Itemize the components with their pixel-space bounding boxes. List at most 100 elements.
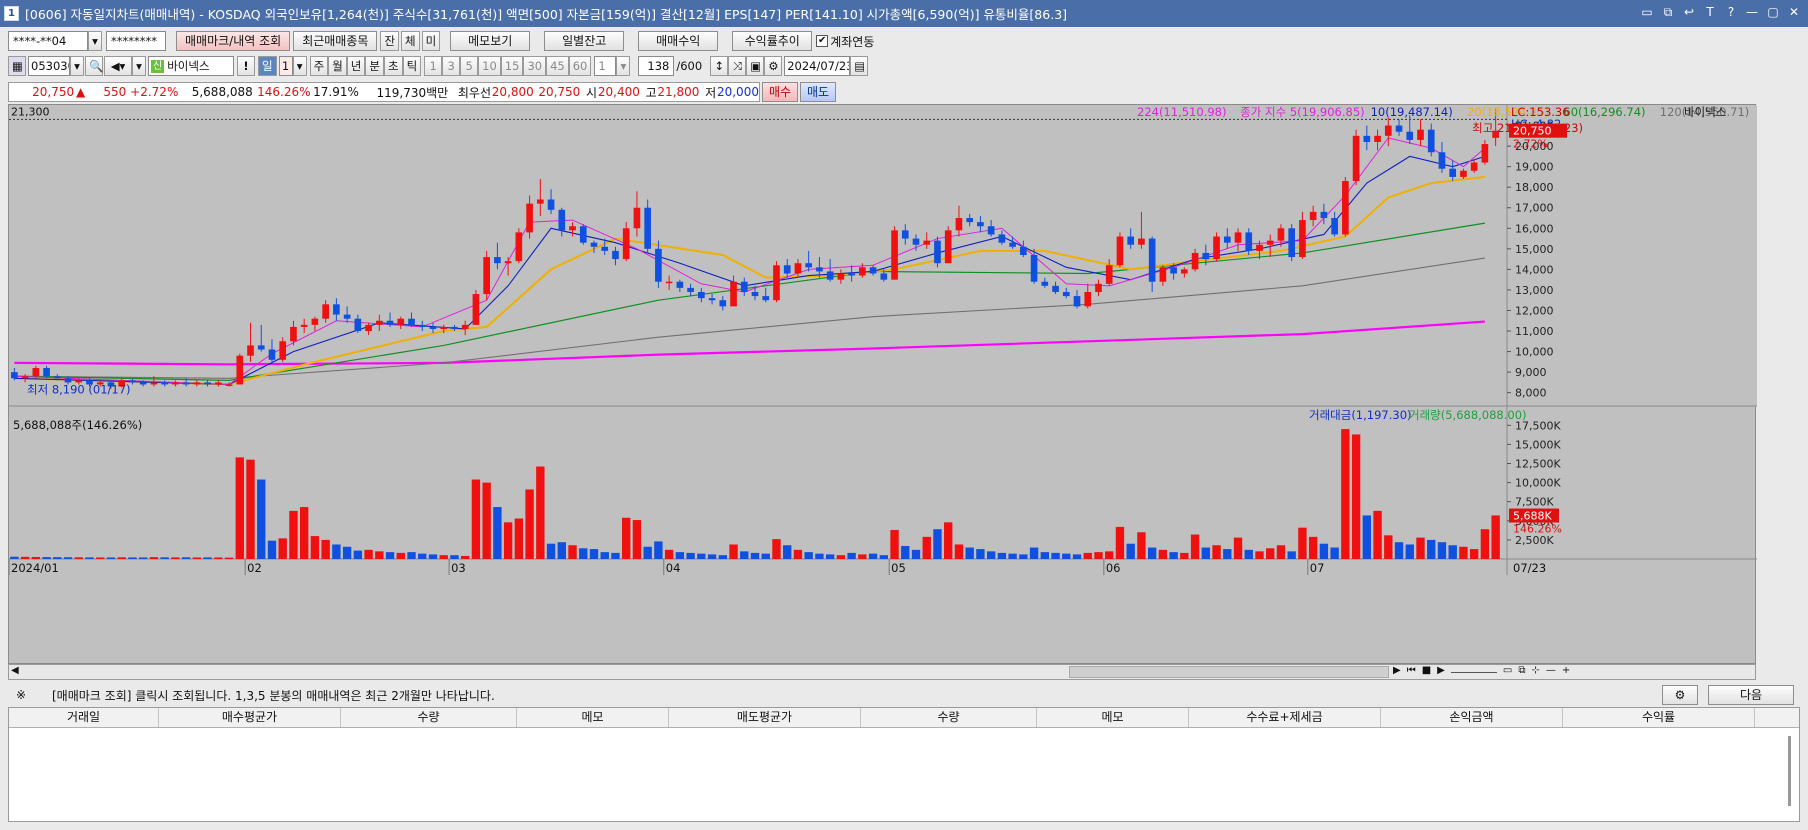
account-select[interactable]: ****-**04 [8,31,88,51]
minute-3[interactable]: 3 [442,56,461,76]
candle-body [848,273,855,276]
window-icon[interactable]: 1 [4,6,19,21]
gear-icon[interactable]: ⚙ [764,56,783,76]
chart-scrollbar[interactable]: ◀ ▶ ⏮ ■ ▶ ▭ ⧉ ⊹ — + [8,664,1756,680]
account-link-checkbox[interactable]: ✔ 계좌연동 [816,33,874,50]
col-buy-avg[interactable]: 매수평균가 [159,708,341,727]
crosshair-icon[interactable]: ⊹ [1531,665,1539,676]
volume-bar [600,552,609,559]
memo-view-button[interactable]: 메모보기 [450,31,531,51]
daily-balance-button[interactable]: 일별잔고 [544,31,625,51]
scroll-thumb[interactable] [1069,666,1389,678]
play-icon[interactable]: ▶ [1437,665,1445,676]
buy-button[interactable]: 매수 [762,82,798,102]
volume-bar [1287,551,1296,559]
prev-stock-icon[interactable]: ◀▾ [104,56,132,76]
minute-45[interactable]: 45 [546,56,569,76]
password-field[interactable]: ******** [106,31,166,51]
next-button[interactable]: 다음 [1708,685,1794,705]
first-page-icon[interactable]: ⏮ [1407,665,1416,676]
period-day[interactable]: 일 [258,56,277,76]
chevron-down-icon[interactable]: ▾ [616,56,631,76]
trade-mark-query-button[interactable]: 매매마크/내역 조회 [176,31,291,51]
save-icon[interactable]: ▣ [746,56,765,76]
trade-profit-button[interactable]: 매매수익 [638,31,719,51]
stock-code-input[interactable]: 053030 [28,56,70,76]
zoom-out-icon[interactable]: — [1546,665,1556,676]
chevron-down-icon[interactable]: ▾ [88,31,102,51]
return-trend-button[interactable]: 수익률추이 [732,31,813,51]
balance-button[interactable]: 잔 [380,31,400,51]
chevron-down-icon[interactable]: ▾ [70,56,84,76]
minute-10[interactable]: 10 [478,56,501,76]
volume-legend-count: 거래량(5,688,088.00) [1409,408,1527,422]
unfilled-button[interactable]: 미 [421,31,441,51]
period-tick[interactable]: 틱 [402,56,422,76]
candle-body [955,218,963,231]
filled-button[interactable]: 체 [401,31,420,51]
minute-5[interactable]: 5 [460,56,479,76]
help-icon[interactable]: ? [1723,4,1739,20]
col-return[interactable]: 수익률 [1563,708,1755,727]
minute-60[interactable]: 60 [568,56,592,76]
col-sell-memo[interactable]: 메모 [1037,708,1189,727]
period-minute[interactable]: 분 [365,56,384,76]
recent-trades-button[interactable]: 최근매매종목 [293,31,378,51]
maximize-icon[interactable]: ▢ [1765,4,1781,20]
bars-count-input[interactable]: 138 [638,56,675,76]
volume-bar [1362,515,1372,559]
col-buy-qty[interactable]: 수량 [341,708,517,727]
zoom-in-icon[interactable]: + [1562,665,1570,676]
stop-icon[interactable]: ■ [1422,665,1431,676]
close-icon[interactable]: ✕ [1786,4,1802,20]
scroll-right-icon[interactable]: ▶ [1393,665,1401,676]
trade-history-grid[interactable]: 거래일 매수평균가 수량 메모 매도평균가 수량 메모 수수료+제세금 손익금액… [8,707,1800,822]
link-icon[interactable]: ⧉ [1660,4,1676,20]
grid-icon[interactable]: ▦ [8,56,26,76]
period-week[interactable]: 주 [309,56,329,76]
credit-badge: 신 [151,59,165,73]
scroll-left-icon[interactable]: ◀ [11,665,19,676]
period-count[interactable]: 1 [278,56,293,76]
col-sell-qty[interactable]: 수량 [861,708,1037,727]
search-icon[interactable]: 🔍 [85,56,103,76]
volume-bar [772,539,781,559]
col-sell-avg[interactable]: 매도평균가 [669,708,861,727]
grid-scrollbar[interactable] [1788,736,1791,806]
chart-area[interactable]: 8,000 9,000 10,000 11,000 12,000 13,000 14,000… [8,104,1757,665]
col-fees[interactable]: 수수료+제세금 [1189,708,1381,727]
calendar-icon[interactable]: ▤ [850,56,869,76]
stock-name-field[interactable]: 신 바이넥스 [148,56,234,76]
font-icon[interactable]: T [1702,4,1718,20]
volume-bar [418,553,427,559]
undo-icon[interactable]: ↩ [1681,4,1697,20]
chevron-down-icon[interactable]: ▾ [132,56,146,76]
volume-bar [804,552,813,559]
col-buy-memo[interactable]: 메모 [517,708,669,727]
alert-icon[interactable]: ! [237,56,255,76]
minute-value[interactable]: 1 [594,56,617,76]
col-trade-date[interactable]: 거래일 [9,708,159,727]
layout-icon[interactable]: ▭ [1503,665,1512,676]
minimize-icon[interactable]: — [1744,4,1760,20]
date-input[interactable]: 2024/07/23 [784,56,851,76]
zoom-slider[interactable] [1450,665,1497,673]
checkbox-icon[interactable]: ✔ [816,35,829,47]
volume-bar [1062,553,1071,559]
indicator-icon[interactable]: ↕ [710,56,729,76]
layout-split-icon[interactable]: ⧉ [1518,665,1525,676]
chevron-down-icon[interactable]: ▾ [292,56,307,76]
minute-1[interactable]: 1 [424,56,443,76]
candle-chart-svg[interactable]: 8,000 9,000 10,000 11,000 12,000 13,000 14,000… [9,105,1757,665]
sell-button[interactable]: 매도 [800,82,836,102]
compare-icon[interactable]: ⤨ [728,56,747,76]
minute-30[interactable]: 30 [523,56,547,76]
period-month[interactable]: 월 [328,56,347,76]
candle-body [1062,291,1070,297]
period-year[interactable]: 년 [346,56,366,76]
period-second[interactable]: 초 [383,56,403,76]
restore-icon[interactable]: ▭ [1639,4,1655,20]
settings-button[interactable]: ⚙ [1662,685,1698,705]
col-profit[interactable]: 손익금액 [1381,708,1563,727]
minute-15[interactable]: 15 [500,56,524,76]
